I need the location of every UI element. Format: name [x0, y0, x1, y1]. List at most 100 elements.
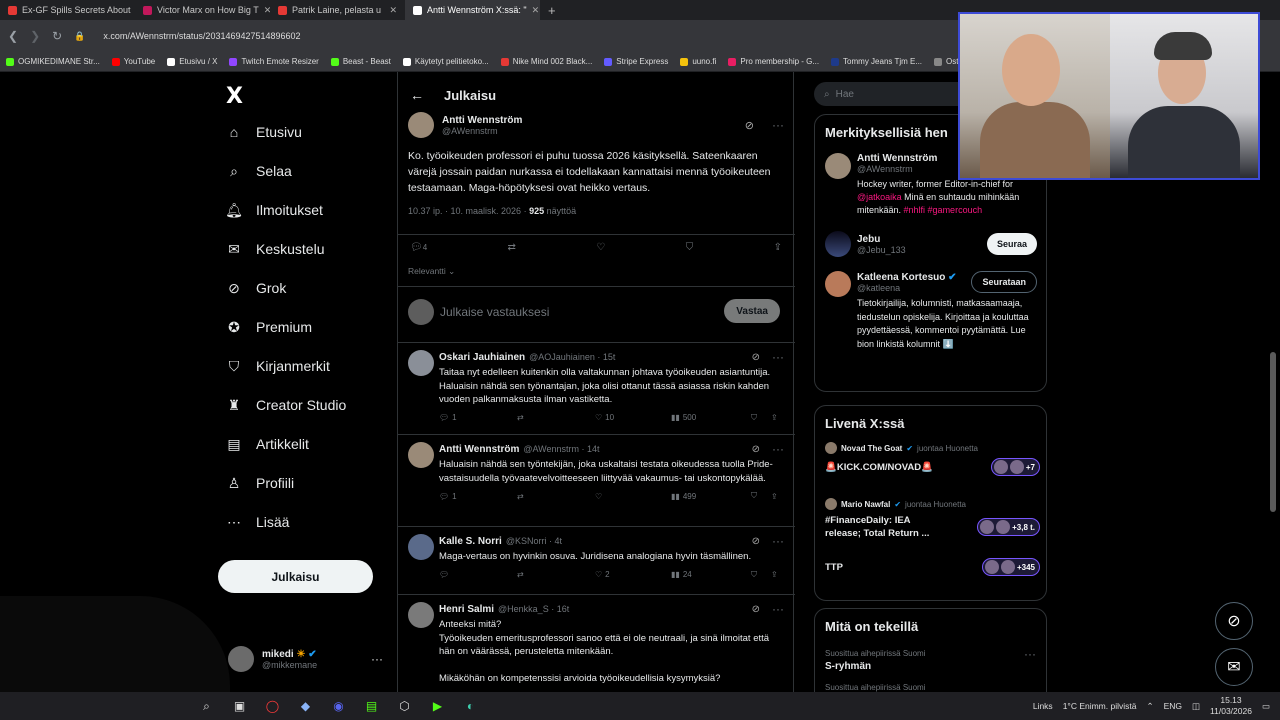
notification-icon[interactable]: ▭ [1262, 701, 1270, 712]
more-icon[interactable]: ··· [1024, 647, 1036, 661]
language-indicator[interactable]: ENG [1164, 701, 1182, 711]
sidebar-item-kirjanmerkit[interactable]: ⛉ Kirjanmerkit [226, 358, 330, 375]
avatar[interactable] [408, 350, 434, 376]
browser-tab-1[interactable]: Victor Marx on How Big T ✕ [135, 0, 270, 20]
person-name[interactable]: Katleena Kortesuo ✔ [857, 272, 957, 283]
sidebar-item-creator-studio[interactable]: ♜ Creator Studio [226, 397, 347, 414]
messages-fab-icon[interactable]: ✉ [1215, 648, 1253, 686]
close-tab-icon[interactable]: ✕ [532, 5, 540, 16]
app-icon[interactable]: ⬡ [388, 692, 421, 720]
more-icon[interactable]: ··· [772, 602, 784, 616]
tray-chevron-icon[interactable]: ⌃ [1146, 701, 1153, 712]
grok-icon[interactable]: ⊘ [752, 604, 760, 615]
more-icon[interactable]: ··· [772, 442, 784, 456]
bookmark-item[interactable]: OGMIKEDIMANE Str... [6, 57, 100, 66]
bookmark-item[interactable]: uuno.fi [680, 57, 716, 66]
account-switcher[interactable]: mikedi ☀ ✔ @mikkemane ··· [228, 646, 383, 672]
more-icon[interactable]: ··· [772, 534, 784, 548]
views-icon[interactable]: ▮▮ 499 [671, 492, 751, 501]
task-view-icon[interactable]: ▣ [223, 692, 256, 720]
discord-icon[interactable]: ◉ [322, 692, 355, 720]
share-icon[interactable]: ⇪ [774, 242, 782, 253]
post-button[interactable]: Julkaisu [218, 560, 373, 593]
live-space-item[interactable]: Mario Nawfal ✔ juontaa Huonetta #FinanceDai… [825, 498, 1040, 540]
browser-tab-3[interactable]: Antti Wennström X:ssä: " ✕ [405, 0, 540, 20]
back-arrow-icon[interactable]: ← [410, 87, 424, 103]
author-name[interactable]: Kalle S. Norri [439, 536, 502, 547]
browser-tab-0[interactable]: Ex-GF Spills Secrets About✕ [0, 0, 135, 20]
x-logo-icon[interactable]: X [226, 84, 243, 109]
edge-icon[interactable]: ◐ [454, 692, 487, 720]
live-space-item[interactable]: Novad The Goat ✔ juontaa Huonetta 🚨KICK.COM… [825, 442, 1040, 476]
repost-icon[interactable]: ⇄ [517, 492, 595, 501]
author-name[interactable]: Antti Wennström [439, 444, 519, 455]
more-icon[interactable]: ··· [772, 118, 784, 132]
grok-fab-icon[interactable]: ⊘ [1215, 602, 1253, 640]
repost-icon[interactable]: ⇄ [517, 413, 595, 422]
share-icon[interactable]: ⇪ [771, 413, 778, 422]
bookmark-item[interactable]: Pro membership - G... [728, 57, 819, 66]
avatar[interactable] [408, 602, 434, 628]
grok-icon[interactable]: ⊘ [752, 352, 760, 363]
reply-icon[interactable]: 💬︎4 [410, 242, 427, 253]
repost-icon[interactable]: ⇄ [517, 570, 595, 579]
avatar[interactable] [408, 534, 434, 560]
bookmark-item[interactable]: Tommy Jeans Tjm E... [831, 57, 922, 66]
sidebar-item-grok[interactable]: ⊘ Grok [226, 280, 286, 297]
page-scrollbar[interactable] [1270, 352, 1276, 512]
views-icon[interactable]: ▮▮ 24 [671, 570, 751, 579]
like-icon[interactable]: ♡ 2 [595, 570, 671, 579]
more-icon[interactable]: ··· [371, 652, 383, 666]
sidebar-item-artikkelit[interactable]: ▤ Artikkelit [226, 436, 309, 453]
share-icon[interactable]: ⇪ [771, 492, 778, 501]
bookmark-icon[interactable]: ⛉ [751, 413, 771, 423]
author-handle[interactable]: @AWennstrm [442, 126, 737, 136]
url-field[interactable]: x.com/AWennstrm/status/20314694275148966… [103, 31, 300, 41]
bookmark-icon[interactable]: ⛉ [686, 242, 694, 253]
share-icon[interactable]: ⇪ [771, 570, 778, 579]
bookmark-item[interactable]: Twitch Emote Resizer [229, 57, 319, 66]
app-icon[interactable]: ▶ [421, 692, 454, 720]
sidebar-item-ilmoitukset[interactable]: 🔔︎ Ilmoitukset [225, 202, 323, 219]
grok-icon[interactable]: ⊘ [752, 536, 760, 547]
browser-tab-2[interactable]: Patrik Laine, pelasta u ✕ [270, 0, 405, 20]
bookmark-icon[interactable]: ⛉ [751, 570, 771, 580]
reply-icon[interactable]: 💬︎ [439, 570, 517, 579]
more-icon[interactable]: ··· [772, 350, 784, 364]
sidebar-item-lisää[interactable]: ⋯ Lisää [226, 514, 289, 531]
bookmark-item[interactable]: Nike Mind 002 Black... [500, 57, 592, 66]
weather-widget[interactable]: 1°C Enimm. pilvistä [1063, 701, 1137, 711]
site-info-icon[interactable]: 🔒 [74, 31, 85, 42]
person-name[interactable]: Jebu [857, 234, 981, 245]
repost-icon[interactable]: ⇄ [508, 242, 516, 253]
new-tab-button[interactable]: + [540, 3, 564, 18]
trend-topic[interactable]: S-ryhmän [825, 661, 871, 672]
grok-icon[interactable]: ⊘ [752, 444, 760, 455]
bookmark-item[interactable]: YouTube [111, 57, 155, 66]
author-name[interactable]: Antti Wennström [442, 115, 737, 126]
follow-button[interactable]: Seuraa [986, 233, 1037, 255]
avatar[interactable] [825, 231, 851, 257]
close-tab-icon[interactable]: ✕ [389, 5, 397, 16]
opera-gx-icon[interactable]: ◯ [256, 692, 289, 720]
author-name[interactable]: Oskari Jauhiainen [439, 352, 525, 363]
sidebar-item-keskustelu[interactable]: ✉ Keskustelu [226, 241, 324, 258]
bookmark-item[interactable]: Käytetyt pelitietoko... [402, 57, 489, 66]
reply-icon[interactable]: 💬︎ 1 [439, 492, 517, 501]
avatar[interactable] [408, 112, 434, 138]
app-icon[interactable]: ◆ [289, 692, 322, 720]
following-button[interactable]: Seurataan [971, 271, 1037, 293]
reply-button[interactable]: Vastaa [724, 299, 780, 323]
bookmark-item[interactable]: Stripe Express [604, 57, 668, 66]
bookmark-item[interactable]: Etusivu / X [167, 57, 217, 66]
back-icon[interactable]: ❮ [8, 29, 18, 43]
reply-icon[interactable]: 💬︎ 1 [439, 413, 517, 422]
search-icon[interactable]: ⌕ [190, 692, 223, 720]
like-icon[interactable]: ♡ [596, 242, 605, 253]
avatar[interactable] [408, 442, 434, 468]
sidebar-item-etusivu[interactable]: ⌂ Etusivu [226, 124, 302, 140]
reload-icon[interactable]: ↻ [52, 29, 62, 43]
sort-dropdown[interactable]: Relevantti ⌄ [408, 266, 455, 277]
grok-icon[interactable]: ⊘ [745, 119, 754, 132]
sidebar-item-profiili[interactable]: ♙ Profiili [226, 475, 294, 492]
